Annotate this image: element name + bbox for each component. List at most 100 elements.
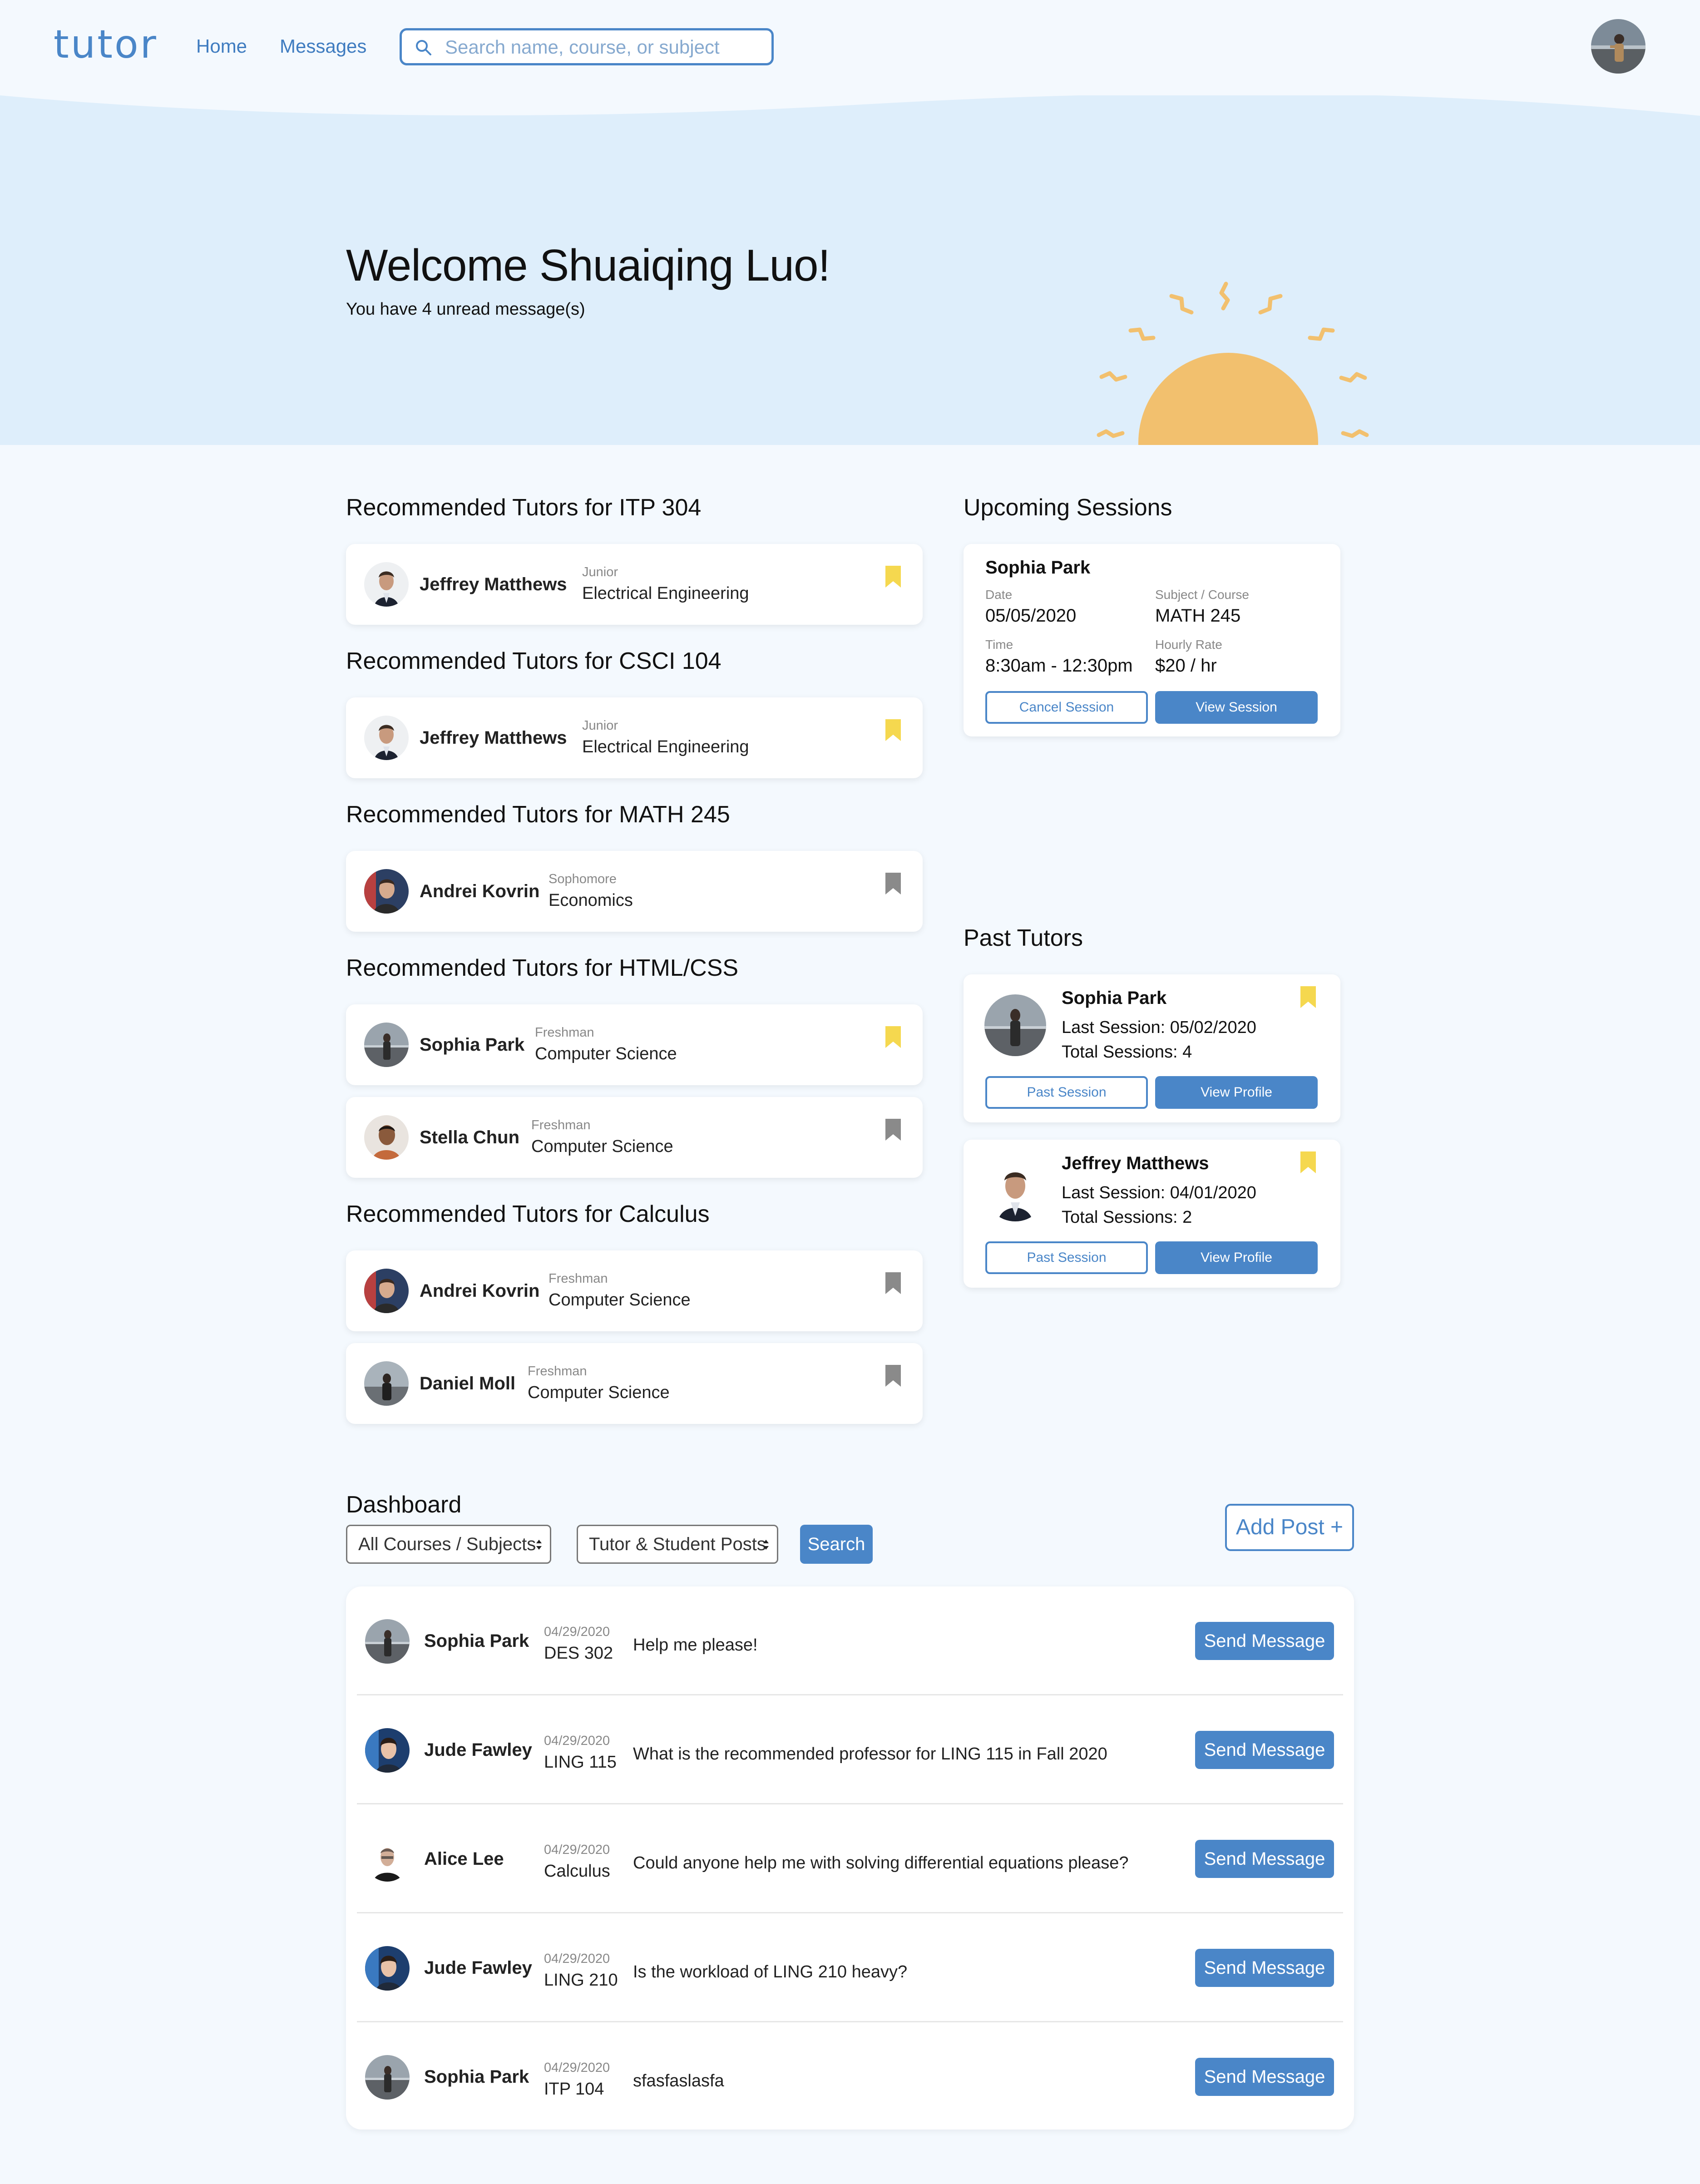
post-author: Jude Fawley — [424, 1958, 532, 1978]
tutor-year: Freshman — [531, 1118, 591, 1132]
recommended-title-csci104: Recommended Tutors for CSCI 104 — [346, 648, 722, 674]
top-nav: tutor Home Messages — [0, 0, 1700, 95]
avatar — [365, 1837, 410, 1882]
past-tutors-title: Past Tutors — [964, 925, 1083, 951]
tutor-year: Freshman — [549, 1271, 608, 1286]
unread-messages-text: You have 4 unread message(s) — [346, 300, 585, 319]
past-tutor-card: Sophia Park Last Session: 05/02/2020 Tot… — [964, 974, 1340, 1122]
session-subject-label: Subject / Course — [1155, 588, 1249, 602]
cancel-session-button[interactable]: Cancel Session — [985, 691, 1148, 724]
past-session-button[interactable]: Past Session — [985, 1076, 1148, 1109]
bookmark-icon[interactable] — [885, 1025, 902, 1049]
tutor-card[interactable]: Stella Chun Freshman Computer Science — [346, 1097, 923, 1178]
send-message-button[interactable]: Send Message — [1195, 1731, 1334, 1769]
post-text: What is the recommended professor for LI… — [633, 1744, 1107, 1764]
tutor-year: Junior — [582, 565, 618, 579]
avatar — [984, 1160, 1046, 1221]
send-message-button[interactable]: Send Message — [1195, 1840, 1334, 1878]
tutor-year: Freshman — [528, 1364, 587, 1379]
post-date: 04/29/2020 — [544, 1625, 610, 1639]
bookmark-icon[interactable] — [1300, 1151, 1317, 1174]
posts-list: Sophia Park 04/29/2020 DES 302 Help me p… — [346, 1586, 1354, 2130]
send-message-button[interactable]: Send Message — [1195, 1949, 1334, 1987]
post-text: Help me please! — [633, 1636, 758, 1655]
post-course: LING 115 — [544, 1753, 617, 1772]
tutor-name: Andrei Kovrin — [420, 1281, 540, 1301]
bookmark-icon[interactable] — [1300, 985, 1317, 1009]
list-item: Alice Lee 04/29/2020 Calculus Could anyo… — [357, 1804, 1343, 1913]
post-date: 04/29/2020 — [544, 1952, 610, 1966]
user-avatar[interactable] — [1591, 19, 1646, 74]
recommended-title-itp304: Recommended Tutors for ITP 304 — [346, 494, 702, 521]
logo[interactable]: tutor — [54, 22, 158, 67]
sort-arrows-icon — [763, 1540, 769, 1550]
tutor-year: Sophomore — [549, 872, 617, 886]
search-input[interactable] — [445, 36, 763, 59]
session-time: 8:30am - 12:30pm — [985, 656, 1133, 676]
tutor-card[interactable]: Andrei Kovrin Sophomore Economics — [346, 851, 923, 932]
post-type-filter-value: Tutor & Student Posts — [589, 1534, 766, 1554]
avatar — [364, 716, 409, 760]
post-text: Could anyone help me with solving differ… — [633, 1853, 1129, 1873]
tutor-card[interactable]: Jeffrey Matthews Junior Electrical Engin… — [346, 544, 923, 625]
tutor-card[interactable]: Andrei Kovrin Freshman Computer Science — [346, 1250, 923, 1331]
add-post-button[interactable]: Add Post + — [1225, 1504, 1354, 1551]
tutor-year: Junior — [582, 718, 618, 733]
avatar — [984, 994, 1046, 1056]
past-session-button[interactable]: Past Session — [985, 1241, 1148, 1274]
session-rate: $20 / hr — [1155, 656, 1217, 676]
post-author: Sophia Park — [424, 2067, 529, 2087]
nav-messages-link[interactable]: Messages — [280, 35, 366, 57]
bookmark-icon[interactable] — [885, 1271, 902, 1295]
post-type-filter-select[interactable]: Tutor & Student Posts — [577, 1525, 778, 1564]
session-date-label: Date — [985, 588, 1013, 602]
tutor-major: Electrical Engineering — [582, 584, 749, 603]
post-date: 04/29/2020 — [544, 1843, 610, 1857]
search-icon — [416, 40, 431, 55]
send-message-button[interactable]: Send Message — [1195, 2058, 1334, 2096]
avatar — [364, 869, 409, 914]
tutor-card[interactable]: Jeffrey Matthews Junior Electrical Engin… — [346, 697, 923, 778]
avatar — [364, 1023, 409, 1067]
welcome-heading: Welcome Shuaiqing Luo! — [346, 240, 830, 290]
course-filter-value: All Courses / Subjects — [358, 1534, 536, 1554]
tutor-major: Computer Science — [528, 1383, 670, 1402]
avatar — [364, 1115, 409, 1160]
tutor-major: Economics — [549, 891, 633, 910]
send-message-button[interactable]: Send Message — [1195, 1622, 1334, 1660]
session-time-label: Time — [985, 637, 1013, 652]
tutor-card[interactable]: Sophia Park Freshman Computer Science — [346, 1004, 923, 1085]
avatar — [365, 1946, 410, 1991]
tutor-name: Jeffrey Matthews — [420, 728, 567, 748]
post-text: Is the workload of LING 210 heavy? — [633, 1962, 908, 1981]
post-course: ITP 104 — [544, 2080, 604, 2099]
last-session-text: Last Session: 04/01/2020 — [1062, 1183, 1256, 1202]
view-session-button[interactable]: View Session — [1155, 691, 1318, 724]
bookmark-icon[interactable] — [885, 718, 902, 742]
search-box[interactable] — [400, 28, 774, 65]
post-author: Sophia Park — [424, 1631, 529, 1651]
post-author: Jude Fawley — [424, 1740, 532, 1760]
bookmark-icon[interactable] — [885, 1364, 902, 1388]
post-text: sfasfaslasfa — [633, 2071, 724, 2090]
total-sessions-text: Total Sessions: 2 — [1062, 1208, 1192, 1227]
recommended-title-calculus: Recommended Tutors for Calculus — [346, 1201, 710, 1227]
tutor-name: Andrei Kovrin — [420, 881, 540, 901]
tutor-name: Daniel Moll — [420, 1374, 516, 1393]
bookmark-icon[interactable] — [885, 872, 902, 895]
post-author: Alice Lee — [424, 1849, 504, 1869]
tutor-major: Computer Science — [549, 1290, 691, 1309]
past-tutor-card: Jeffrey Matthews Last Session: 04/01/202… — [964, 1140, 1340, 1288]
view-profile-button[interactable]: View Profile — [1155, 1241, 1318, 1274]
list-item: Jude Fawley 04/29/2020 LING 210 Is the w… — [357, 1913, 1343, 2022]
tutor-card[interactable]: Daniel Moll Freshman Computer Science — [346, 1343, 923, 1424]
bookmark-icon[interactable] — [885, 1118, 902, 1141]
course-filter-select[interactable]: All Courses / Subjects — [346, 1525, 551, 1564]
nav-home-link[interactable]: Home — [196, 35, 247, 57]
view-profile-button[interactable]: View Profile — [1155, 1076, 1318, 1109]
post-date: 04/29/2020 — [544, 2060, 610, 2075]
bookmark-icon[interactable] — [885, 565, 902, 588]
past-tutor-name: Sophia Park — [1062, 988, 1167, 1008]
tutor-name: Stella Chun — [420, 1127, 520, 1147]
search-button[interactable]: Search — [800, 1525, 873, 1564]
